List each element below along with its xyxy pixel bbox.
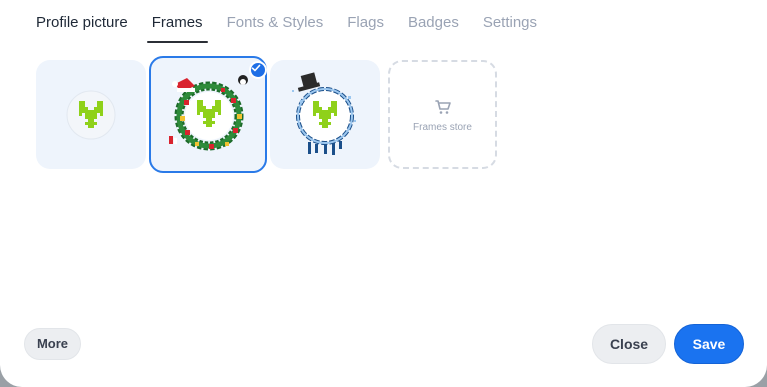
cart-icon bbox=[435, 100, 451, 114]
frame-option-frosty[interactable] bbox=[270, 60, 380, 169]
frosty-frame-icon bbox=[292, 72, 356, 155]
tab-flags[interactable]: Flags bbox=[347, 13, 384, 43]
selected-check-icon bbox=[249, 61, 267, 79]
frames-dialog: Profile picture Frames Fonts & Styles Fl… bbox=[0, 0, 767, 387]
frames-store-button[interactable]: Frames store bbox=[388, 60, 497, 169]
frames-store-label: Frames store bbox=[413, 122, 472, 133]
save-button[interactable]: Save bbox=[674, 324, 744, 364]
frame-option-wreath[interactable] bbox=[149, 56, 267, 173]
frame-option-none[interactable] bbox=[36, 60, 146, 169]
close-button[interactable]: Close bbox=[592, 324, 666, 364]
tab-settings[interactable]: Settings bbox=[483, 13, 537, 43]
tab-badges[interactable]: Badges bbox=[408, 13, 459, 43]
christmas-wreath-icon bbox=[169, 75, 248, 151]
more-button[interactable]: More bbox=[24, 328, 81, 360]
tab-bar: Profile picture Frames Fonts & Styles Fl… bbox=[36, 13, 537, 45]
tab-frames[interactable]: Frames bbox=[146, 13, 208, 43]
avatar-plain-icon bbox=[66, 90, 116, 140]
tab-fonts-styles[interactable]: Fonts & Styles bbox=[227, 13, 324, 43]
tab-profile-picture[interactable]: Profile picture bbox=[36, 13, 128, 43]
